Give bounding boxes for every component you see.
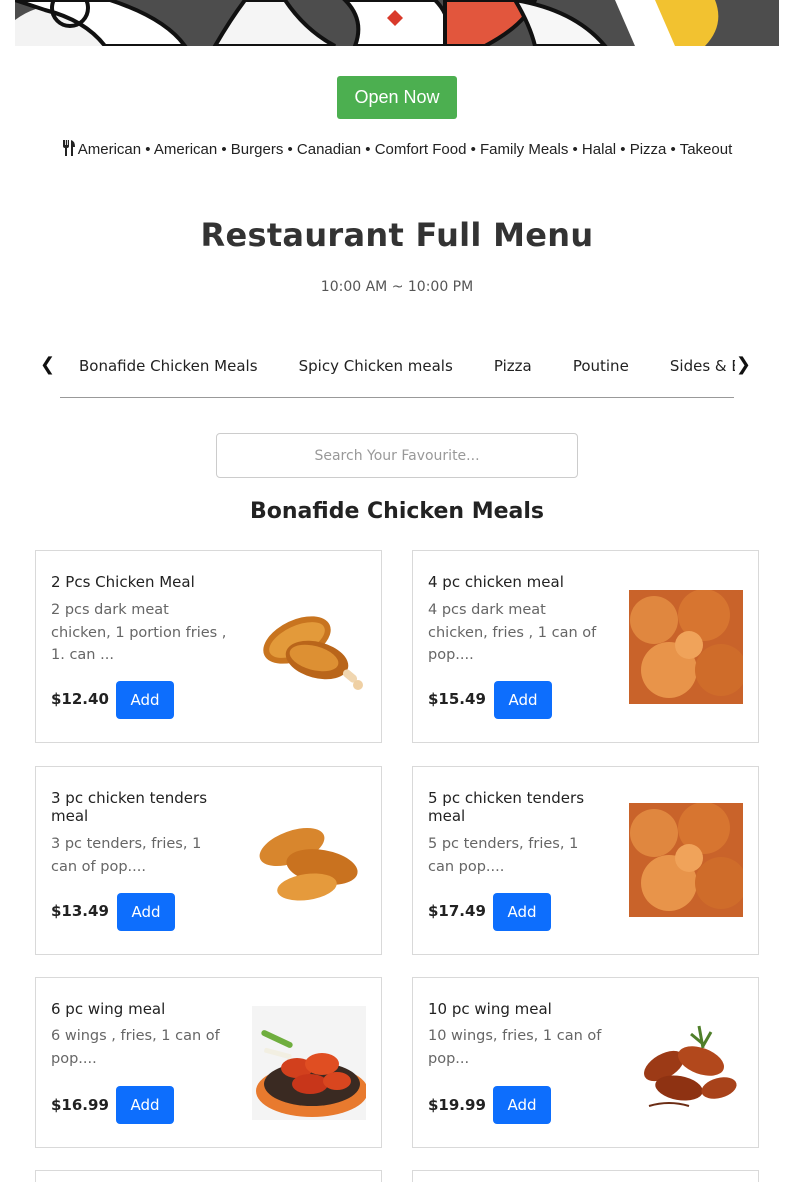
utensils-icon [62, 140, 76, 160]
menu-item-card[interactable]: 6 pc wing meal 6 wings , fries, 1 can of… [35, 977, 382, 1148]
tabs-divider [60, 397, 734, 398]
search-input[interactable] [216, 433, 578, 478]
tab-strip: Bonafide Chicken Meals Spicy Chicken mea… [79, 356, 735, 380]
menu-item-card[interactable]: 2 Pcs Chicken Meal 2 pcs dark meat chick… [35, 550, 382, 743]
fried-chicken-pieces-image [629, 802, 747, 917]
add-button[interactable]: Add [494, 681, 552, 719]
item-price: $16.99 [51, 1096, 109, 1114]
open-now-button[interactable]: Open Now [337, 76, 457, 119]
item-name: 3 pc chicken tenders meal [51, 789, 208, 825]
menu-item-card[interactable]: 5 pc chicken tenders meal 5 pc tenders, … [412, 766, 759, 955]
opening-hours: 10:00 AM ~ 10:00 PM [320, 279, 474, 295]
menu-item-card[interactable]: 3 pc chicken tenders meal 3 pc tenders, … [35, 766, 382, 955]
add-button[interactable]: Add [493, 1086, 551, 1124]
item-price: $13.49 [51, 902, 109, 920]
item-name: 2 Pcs Chicken Meal [51, 573, 195, 591]
item-description: 6 wings , fries, 1 can of pop.... [51, 1028, 220, 1067]
cuisine-tags-text: American • American • Burgers • Canadian… [77, 141, 733, 158]
chicken-tenders-image [252, 802, 366, 916]
tab-pizza[interactable]: Pizza [494, 357, 532, 375]
item-name: 5 pc chicken tenders meal [428, 789, 585, 825]
item-description: 10 wings, fries, 1 can of pop... [428, 1028, 602, 1067]
item-name: 10 pc wing meal [428, 1000, 552, 1018]
add-button[interactable]: Add [116, 681, 174, 719]
item-description: 5 pc tenders, fries, 1 can pop.... [428, 836, 579, 875]
tab-bonafide-chicken-meals[interactable]: Bonafide Chicken Meals [79, 357, 258, 375]
add-button[interactable]: Add [493, 893, 551, 931]
item-name: 4 pc chicken meal [428, 573, 564, 591]
item-price: $15.49 [428, 690, 486, 708]
glazed-wings-image [629, 1006, 743, 1120]
category-tabs: ❮ Bonafide Chicken Meals Spicy Chicken m… [35, 350, 759, 398]
tab-poutine[interactable]: Poutine [573, 357, 629, 375]
item-description: 2 pcs dark meat chicken, 1 portion fries… [51, 602, 227, 663]
hero-banner [15, 0, 779, 46]
tabs-prev-icon[interactable]: ❮ [40, 354, 55, 375]
menu-item-card[interactable]: 4 pc chicken meal 4 pcs dark meat chicke… [412, 550, 759, 743]
menu-item-card[interactable] [412, 1170, 759, 1182]
add-button[interactable]: Add [117, 893, 175, 931]
item-description: 4 pcs dark meat chicken, fries , 1 can o… [428, 602, 597, 663]
fried-chicken-pieces-image [629, 589, 747, 704]
section-title: Bonafide Chicken Meals [250, 499, 544, 524]
item-price: $17.49 [428, 902, 486, 920]
menu-item-card[interactable] [35, 1170, 382, 1182]
menu-item-card[interactable]: 10 pc wing meal 10 wings, fries, 1 can o… [412, 977, 759, 1148]
item-description: 3 pc tenders, fries, 1 can of pop.... [51, 836, 202, 875]
fried-drumsticks-image [252, 590, 366, 704]
tab-sides-extras[interactable]: Sides & Extras [670, 357, 735, 375]
item-price: $12.40 [51, 690, 109, 708]
add-button[interactable]: Add [116, 1086, 174, 1124]
item-name: 6 pc wing meal [51, 1000, 166, 1018]
buffalo-wings-plate-image [252, 1006, 368, 1120]
item-price: $19.99 [428, 1096, 486, 1114]
tabs-next-icon[interactable]: ❯ [736, 354, 751, 375]
page-title: Restaurant Full Menu [200, 216, 594, 254]
cuisine-tags: American • American • Burgers • Canadian… [0, 140, 794, 160]
tab-spicy-chicken-meals[interactable]: Spicy Chicken meals [299, 357, 453, 375]
